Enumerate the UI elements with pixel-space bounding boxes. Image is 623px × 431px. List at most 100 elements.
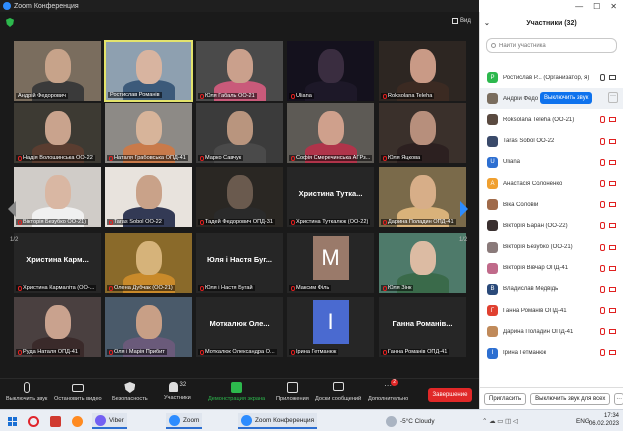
collapse-chevron-icon[interactable]: ⌄ [484,19,490,27]
tile-participant-name: Софія Смеречинська АГРз... [296,155,371,161]
participant-row[interactable]: Дарина Поладин ОПД-41 [480,321,623,342]
participant-row[interactable]: Вікторія Баран (ОО-22) [480,215,623,236]
participant-video-tile[interactable]: Roksolana Teleha [378,40,467,102]
more-button[interactable]: ··· 2 Дополнительно [368,379,408,402]
participants-label: Участники [164,395,191,401]
search-input[interactable] [499,42,609,49]
viber-label: Viber [109,416,124,424]
apps-button[interactable]: Приложения [276,382,309,402]
participant-video-tile[interactable]: Олена Дубчак (ОО-21) [104,232,193,294]
participant-row[interactable]: Андрій Федо Выключить звук ··· [480,88,623,110]
participant-status-icons [600,179,616,187]
next-page-arrow-icon[interactable] [460,201,468,217]
apps-label: Приложения [276,396,309,402]
participant-video-tile[interactable]: Вікторія Безубко ОО-21) [13,166,102,228]
mic-muted-icon [291,285,295,291]
participant-video-tile[interactable]: Ганна Романів... Ганна Романів ОПД-41 [378,296,467,358]
prev-page-arrow-icon[interactable] [8,201,16,217]
security-shield-icon[interactable] [6,18,14,27]
participant-video-tile[interactable]: Тадей Федорович ОПД-31 [195,166,284,228]
participant-video-tile[interactable]: Юля і Настя Буг... Юля і Настя Бугай [195,232,284,294]
participant-video-tile[interactable]: Дарина Поладин ОПД-41 [378,166,467,228]
language-indicator[interactable]: ENG [576,413,590,429]
invite-button[interactable]: Пригласить [484,392,527,405]
security-button[interactable]: Безопасность [112,382,148,402]
participant-video-tile[interactable]: Юля Зінк [378,232,467,294]
mute-all-button[interactable]: Выключить звук для всех [530,392,611,405]
avatar [487,135,498,147]
more-options-button[interactable]: ··· [614,392,623,405]
participant-name: Roksolana Teleha (ОО-21) [503,116,575,123]
participant-row[interactable]: Roksolana Teleha (ОО-21) [480,109,623,130]
mic-muted-icon [600,349,605,357]
participant-status-icons [600,349,616,357]
zoom-conference-taskbar-item[interactable]: Zoom Конференция [238,413,318,429]
participant-video-tile[interactable]: Uliana [286,40,375,102]
participant-row[interactable]: B Владислав Медвідь [480,279,623,300]
participant-row[interactable]: Taras Sobol OO-22 [480,131,623,152]
participant-video-tile[interactable]: Ростислав Романів [104,40,193,102]
video-feed-face [135,241,162,275]
mute-button[interactable]: Выключить звук [6,382,47,402]
mic-muted-icon [200,349,204,355]
participant-row[interactable]: U Uliana [480,152,623,173]
participant-video-tile[interactable]: I Ірина Гетманюк [286,296,375,358]
clock[interactable]: 17:34 06.02.2023 [589,412,619,428]
participant-video-tile[interactable]: Юля Яцкова [378,102,467,164]
minimize-button[interactable]: — [575,2,583,11]
tile-name-label: Руда Наталя ОПД-41 [16,349,81,355]
firefox-taskbar-icon[interactable] [72,413,83,429]
title-bar: Zoom Конференция [0,0,479,12]
tile-participant-name: Олена Дубчак (ОО-21) [114,285,173,291]
participant-video-tile[interactable]: M Максим Філь [286,232,375,294]
participant-row[interactable]: Р Ростислав Р... (Организатор, я) [480,67,623,88]
participant-video-tile[interactable]: Христина Карм... Христина Кармаліта (ОО-.… [13,232,102,294]
participant-video-tile[interactable]: Марко Савчук [195,102,284,164]
close-button[interactable]: ✕ [610,2,617,11]
participant-video-tile[interactable]: Моткалюк Оле... Моткалюк Олександра О... [195,296,284,358]
whiteboard-button[interactable]: Доски сообщений [315,382,361,402]
view-button[interactable]: Вид [452,18,471,24]
participant-video-tile[interactable]: Надія Волошинська ОО-22 [13,102,102,164]
participant-row[interactable]: I Ірина Гетманюк [480,342,623,363]
participant-video-tile[interactable]: Андрій Федорович [13,40,102,102]
clock-date: 06.02.2023 [588,421,619,427]
mic-muted-icon [383,349,387,355]
avatar: Р [487,72,498,84]
participant-video-tile[interactable]: Оля і Марія Прибит [104,296,193,358]
participant-video-tile[interactable]: Юля Габаль ОО-21 [195,40,284,102]
video-feed-face [226,111,253,145]
taskview-taskbar-icon[interactable] [50,413,61,429]
participant-video-tile[interactable]: Софія Смеречинська АГРз... [286,102,375,164]
participant-row[interactable]: Вікторія Безубко (ОО-21) [480,237,623,258]
participant-video-tile[interactable]: Руда Наталя ОПД-41 [13,296,102,358]
system-tray[interactable]: ⌃ ☁ ▭ ◫ ◁ [482,413,518,429]
participant-search[interactable] [486,38,617,53]
participant-status-icons [600,158,616,166]
participant-video-tile[interactable]: Наталя Грабовська ОПД-41 [104,102,193,164]
participant-row[interactable]: Вікторія Вівчар ОПД-41 [480,258,623,279]
participant-video-tile[interactable]: Христина Тутка... Христина Туткалюк (ОО-2… [286,166,375,228]
apps-icon [286,382,298,393]
participants-footer: Пригласить Выключить звук для всех ··· [480,387,623,409]
participant-list: Р Ростислав Р... (Организатор, я) Андрій Ф… [480,67,623,364]
mute-participant-button[interactable]: Выключить звук [540,92,593,105]
participant-row[interactable]: Г Ганна Романів ОПД-41 [480,300,623,321]
stop-video-button[interactable]: Остановить видео [54,382,102,402]
start-button[interactable] [8,413,17,429]
maximize-button[interactable]: ☐ [593,2,600,11]
opera-taskbar-icon[interactable] [28,413,39,429]
share-screen-button[interactable]: Демонстрация экрана [208,382,265,402]
mic-muted-icon [383,219,387,225]
viber-taskbar-item[interactable]: Viber [92,413,127,429]
participant-row[interactable]: Віка Соловій [480,194,623,215]
end-meeting-button[interactable]: Завершение [428,388,472,402]
participant-more-button[interactable]: ··· [608,92,618,104]
more-badge: 2 [391,379,399,386]
weather-widget[interactable]: -5°C Cloudy [386,413,435,429]
participant-video-tile[interactable]: Taras Sobol OO-22 [104,166,193,228]
zoom-taskbar-item[interactable]: Zoom [166,413,203,429]
participants-count: 32 [179,382,187,388]
participants-button[interactable]: 32 Участники [164,382,191,401]
participant-row[interactable]: A Анастасія Солоненко [480,173,623,194]
